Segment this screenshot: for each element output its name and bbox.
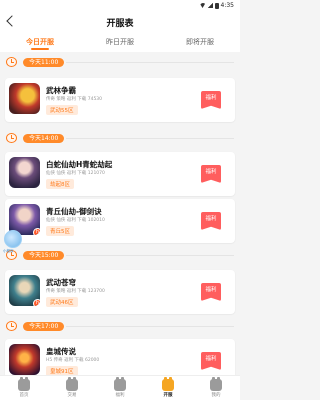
welfare-button[interactable]: 福利: [201, 165, 221, 183]
status-icons: 4:35: [199, 2, 234, 9]
divider: [66, 62, 234, 63]
signal-icon: [207, 3, 213, 8]
game-card[interactable]: 武林争霸 传奇 策略 返利 下载 74530 武动55区 福利: [5, 78, 235, 122]
time-label: 今天15:00: [23, 250, 65, 260]
game-icon: [9, 344, 40, 375]
home-icon: [18, 377, 30, 391]
time-label: 今天17:00: [23, 321, 65, 331]
game-name: 皇城传说: [46, 347, 76, 356]
welfare-icon: [114, 377, 126, 391]
welfare-button[interactable]: 福利: [201, 283, 221, 301]
divider: [66, 326, 234, 327]
nav-open-server[interactable]: 开服: [144, 376, 192, 400]
tab-upcoming[interactable]: 即将开服: [160, 32, 240, 52]
nav-welfare[interactable]: 福利: [96, 376, 144, 400]
tab-bar: 今日开服 昨日开服 即将开服: [0, 32, 240, 52]
welfare-button[interactable]: 福利: [201, 91, 221, 109]
game-card[interactable]: 白蛇仙劫H青蛇劫起 仙侠 仙侠 返利 下载 121070 劫起8区 福利: [5, 152, 235, 196]
app-screen: 4:35 开服表 今日开服 昨日开服 即将开服 今天11:00 武林争霸 传奇 …: [0, 0, 240, 400]
battery-icon: [214, 2, 219, 9]
alarm-clock-icon: [6, 133, 17, 143]
welfare-button[interactable]: 福利: [201, 212, 221, 230]
tab-yesterday[interactable]: 昨日开服: [80, 32, 160, 52]
bottom-nav: 首页 交易 福利 开服 我的: [0, 375, 240, 400]
hot-badge-icon: h: [33, 228, 40, 235]
time-header: 今天14:00: [6, 132, 65, 144]
profile-icon: [210, 377, 222, 391]
tab-today[interactable]: 今日开服: [0, 32, 80, 52]
alarm-clock-icon: [6, 57, 17, 67]
nav-label: 福利: [115, 393, 125, 398]
nav-home[interactable]: 首页: [0, 376, 48, 400]
wifi-icon: [199, 3, 206, 8]
game-meta: 传奇 策略 返利 下载 74530: [46, 97, 103, 102]
time-label: 今天14:00: [23, 133, 65, 143]
time-header: 今天11:00: [6, 56, 65, 68]
nav-label: 开服: [163, 393, 173, 398]
status-time: 4:35: [220, 2, 234, 9]
time-header: 今天15:00: [6, 249, 65, 261]
server-tag: 武动55区: [46, 105, 78, 115]
divider: [66, 138, 234, 139]
game-name: 武动苍穹: [46, 278, 76, 287]
game-name: 青丘仙劫-御剑诀: [46, 207, 102, 216]
game-name: 白蛇仙劫H青蛇劫起: [46, 160, 113, 169]
floating-avatar-icon[interactable]: [4, 230, 22, 248]
trade-icon: [66, 377, 78, 391]
time-label: 今天11:00: [23, 57, 65, 67]
game-meta: 仙侠 仙侠 返利 下载 102010: [46, 218, 105, 223]
server-tag: 武动46区: [46, 297, 78, 307]
server-tag: 劫起8区: [46, 179, 74, 189]
page-title: 开服表: [106, 19, 134, 29]
game-meta: 仙侠 仙侠 返利 下载 121070: [46, 171, 105, 176]
time-header: 今天17:00: [6, 320, 65, 332]
game-card[interactable]: h 武动苍穹 传奇 策略 返利 下载 123700 武动46区 福利: [5, 270, 235, 314]
game-name: 武林争霸: [46, 86, 76, 95]
header: 开服表: [0, 12, 240, 32]
game-meta: 传奇 策略 返利 下载 123700: [46, 289, 105, 294]
nav-label: 交易: [67, 393, 77, 398]
alarm-clock-icon: [6, 321, 17, 331]
open-server-icon: [162, 377, 174, 391]
nav-trade[interactable]: 交易: [48, 376, 96, 400]
welfare-button[interactable]: 福利: [201, 352, 221, 370]
floating-label: 小程序: [3, 249, 14, 253]
status-bar: 4:35: [0, 0, 240, 12]
nav-profile[interactable]: 我的: [192, 376, 240, 400]
game-icon: h: [9, 275, 40, 306]
nav-label: 首页: [19, 393, 29, 398]
game-icon: [9, 83, 40, 114]
hot-badge-icon: h: [33, 299, 40, 306]
game-icon: [9, 157, 40, 188]
nav-label: 我的: [211, 393, 221, 398]
game-card[interactable]: h 青丘仙劫-御剑诀 仙侠 仙侠 返利 下载 102010 青丘5区 福利: [5, 199, 235, 243]
divider: [66, 255, 234, 256]
server-tag: 青丘5区: [46, 226, 74, 236]
game-meta: H5 传奇 返利 下载 62000: [46, 358, 100, 363]
